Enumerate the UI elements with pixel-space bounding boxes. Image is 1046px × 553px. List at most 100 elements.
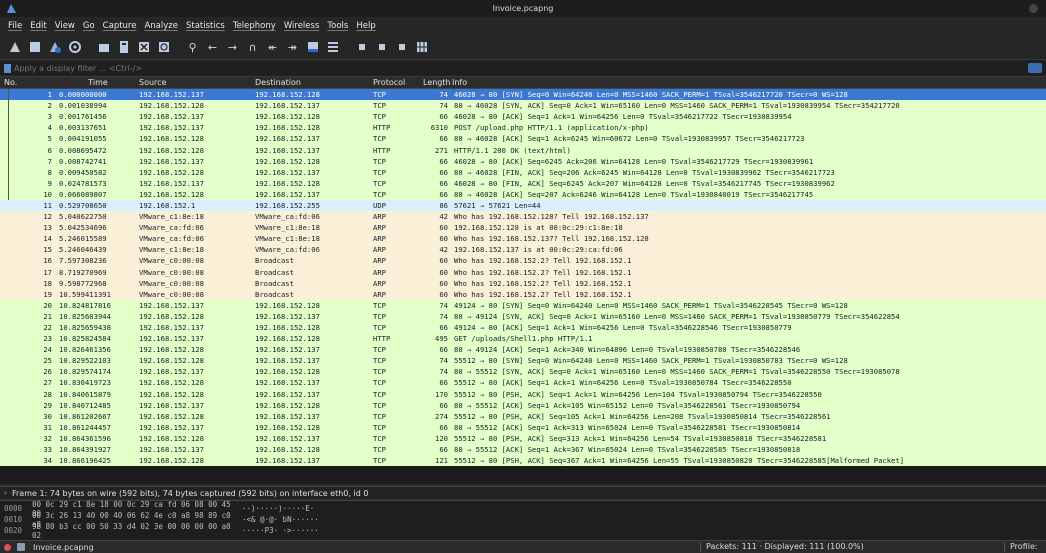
packet-cell-len: 74 bbox=[439, 101, 448, 111]
packet-row[interactable]: 19 10.599411391 VMware_c0:00:08 Broadcast AR… bbox=[0, 288, 1046, 300]
packet-cell-info: GET /uploads/Shell1.php HTTP/1.1 bbox=[454, 334, 593, 344]
packet-row[interactable]: 25 10.829522103 192.168.152.128 192.168.152… bbox=[0, 355, 1046, 367]
packet-row[interactable]: 7 0.008742741 192.168.152.137 192.168.152.1… bbox=[0, 155, 1046, 167]
resize-columns-icon[interactable] bbox=[413, 39, 430, 56]
expand-arrow-icon[interactable]: › bbox=[4, 489, 12, 497]
reload-icon[interactable] bbox=[155, 39, 172, 56]
menu-wireless[interactable]: Wireless bbox=[280, 21, 324, 31]
menu-view[interactable]: View bbox=[51, 21, 79, 31]
column-header-protocol[interactable]: Protocol bbox=[370, 78, 420, 87]
packet-row[interactable]: 18 9.598772968 VMware_c0:00:08 Broadcast ARP… bbox=[0, 277, 1046, 289]
packet-row[interactable]: 4 0.003137651 192.168.152.137 192.168.152.1… bbox=[0, 122, 1046, 134]
apply-filter-icon[interactable] bbox=[1028, 63, 1042, 73]
packet-row[interactable]: 28 10.840615879 192.168.152.128 192.168.152… bbox=[0, 388, 1046, 400]
go-to-packet-icon[interactable]: ∩ bbox=[244, 39, 261, 56]
packet-row[interactable]: 22 10.825659438 192.168.152.137 192.168.152… bbox=[0, 321, 1046, 334]
packet-row[interactable]: 27 10.830419723 192.168.152.128 192.168.152… bbox=[0, 377, 1046, 389]
packet-row[interactable]: 34 10.866196425 192.168.152.128 192.168.152… bbox=[0, 455, 1046, 467]
column-header-destination[interactable]: Destination bbox=[252, 78, 370, 87]
zoom-out-icon[interactable] bbox=[373, 39, 390, 56]
search-icon[interactable]: ⚲ bbox=[184, 39, 201, 56]
autoscroll-icon[interactable] bbox=[304, 39, 321, 56]
packet-cell-proto: TCP bbox=[373, 134, 386, 144]
column-header-time[interactable]: Time bbox=[56, 78, 136, 87]
column-header-info[interactable]: Info bbox=[450, 78, 1046, 87]
packet-row[interactable]: 12 5.040622750 VMware_c1:8e:18 VMware_ca:fd… bbox=[0, 211, 1046, 223]
hex-row[interactable]: 0020 98 80 b3 cc 00 50 33 d4 02 3e 00 00 … bbox=[0, 522, 1046, 540]
packet-row[interactable]: 30 10.861202667 192.168.152.128 192.168.152… bbox=[0, 410, 1046, 422]
packet-cell-info: HTTP/1.1 200 OK (text/html) bbox=[454, 145, 571, 155]
menu-telephony[interactable]: Telephony bbox=[229, 21, 280, 31]
packet-row[interactable]: 15 5.246046439 VMware_c1:8e:18 VMware_ca:fd… bbox=[0, 244, 1046, 256]
menu-capture[interactable]: Capture bbox=[99, 21, 141, 31]
menu-edit[interactable]: Edit bbox=[26, 21, 50, 31]
packet-cell-dst: 192.168.152.128 bbox=[255, 445, 320, 455]
packet-cell-info: 80 → 49124 [SYN, ACK] Seq=0 Ack=1 Win=65… bbox=[454, 311, 900, 321]
menu-help[interactable]: Help bbox=[352, 21, 379, 31]
packet-row[interactable]: 6 0.008695472 192.168.152.128 192.168.152.1… bbox=[0, 144, 1046, 156]
back-icon[interactable]: ← bbox=[204, 39, 221, 56]
open-file-icon[interactable] bbox=[95, 39, 112, 56]
packet-row[interactable]: 24 10.826461356 192.168.152.128 192.168.152… bbox=[0, 344, 1046, 356]
capture-comment-icon[interactable] bbox=[17, 543, 25, 551]
packet-row[interactable]: 21 10.825603944 192.168.152.128 192.168.152… bbox=[0, 310, 1046, 322]
packet-row[interactable]: 23 10.825824584 192.168.152.137 192.168.152… bbox=[0, 333, 1046, 345]
column-header-no[interactable]: No. bbox=[0, 78, 56, 87]
conversation-bracket bbox=[8, 122, 9, 134]
packet-cell-info: Who has 192.168.152.128? Tell 192.168.15… bbox=[454, 212, 649, 222]
forward-icon[interactable]: → bbox=[224, 39, 241, 56]
colorize-icon[interactable] bbox=[324, 39, 341, 56]
packet-row[interactable]: 13 5.042534696 VMware_ca:fd:06 VMware_c1:8e… bbox=[0, 222, 1046, 234]
packet-cell-len: 66 bbox=[439, 134, 448, 144]
display-filter-input[interactable] bbox=[14, 61, 1028, 75]
status-profile[interactable]: Profile: bbox=[1010, 542, 1038, 551]
menu-tools[interactable]: Tools bbox=[323, 21, 352, 31]
window-control-icon[interactable] bbox=[1029, 4, 1038, 13]
packet-row[interactable]: 5 0.004191055 192.168.152.128 192.168.152.1… bbox=[0, 133, 1046, 145]
menu-statistics[interactable]: Statistics bbox=[182, 21, 229, 31]
packet-row[interactable]: 17 8.719270969 VMware_c0:00:08 Broadcast ARP… bbox=[0, 266, 1046, 278]
shark-fin-start-icon[interactable] bbox=[6, 39, 23, 56]
packet-cell-proto: TCP bbox=[373, 101, 386, 111]
first-packet-icon[interactable]: ↞ bbox=[264, 39, 281, 56]
packet-cell-time: 10.824817816 bbox=[59, 300, 111, 310]
packet-row[interactable]: 31 10.861244457 192.168.152.137 192.168.152… bbox=[0, 421, 1046, 433]
last-packet-icon[interactable]: ↠ bbox=[284, 39, 301, 56]
packet-row[interactable]: 26 10.829574174 192.168.152.137 192.168.152… bbox=[0, 366, 1046, 378]
packet-cell-info: 57621 → 57621 Len=44 bbox=[454, 200, 541, 210]
packet-row[interactable]: 33 10.864391927 192.168.152.137 192.168.152… bbox=[0, 444, 1046, 456]
menu-analyze[interactable]: Analyze bbox=[140, 21, 182, 31]
packet-cell-info: Who has 192.168.152.2? Tell 192.168.152.… bbox=[454, 267, 632, 277]
packet-row[interactable]: 1 0.000000000 192.168.152.137 192.168.152.1… bbox=[0, 89, 1046, 101]
zoom-in-icon[interactable] bbox=[353, 39, 370, 56]
packet-cell-proto: TCP bbox=[373, 323, 386, 333]
packet-row[interactable]: 11 0.529708650 192.168.152.1 192.168.152.25… bbox=[0, 199, 1046, 212]
packet-row[interactable]: 14 5.246015589 VMware_ca:fd:06 VMware_c1:8e… bbox=[0, 233, 1046, 245]
options-icon[interactable] bbox=[66, 39, 83, 56]
conversation-bracket bbox=[8, 133, 9, 145]
packet-row[interactable]: 10 0.066089807 192.168.152.128 192.168.152.… bbox=[0, 188, 1046, 200]
menu-go[interactable]: Go bbox=[79, 21, 99, 31]
stop-icon[interactable] bbox=[26, 39, 43, 56]
packet-row[interactable]: 32 10.864361596 192.168.152.128 192.168.152… bbox=[0, 432, 1046, 444]
packet-row[interactable]: 20 10.824817816 192.168.152.137 192.168.152… bbox=[0, 299, 1046, 311]
packet-row[interactable]: 8 0.009450582 192.168.152.128 192.168.152.1… bbox=[0, 166, 1046, 178]
column-header-length[interactable]: Length bbox=[420, 78, 450, 87]
filter-bookmark-icon[interactable] bbox=[4, 63, 11, 73]
packet-row[interactable]: 9 0.024781573 192.168.152.137 192.168.152.1… bbox=[0, 177, 1046, 189]
menu-file[interactable]: File bbox=[4, 21, 26, 31]
save-file-icon[interactable] bbox=[115, 39, 132, 56]
column-header-source[interactable]: Source bbox=[136, 78, 252, 87]
conversation-bracket bbox=[8, 166, 9, 178]
restart-icon[interactable] bbox=[46, 39, 63, 56]
packet-cell-len: 495 bbox=[435, 334, 448, 344]
close-file-icon[interactable] bbox=[135, 39, 152, 56]
packet-row[interactable]: 2 0.001038994 192.168.152.128 192.168.152.1… bbox=[0, 100, 1046, 112]
expert-info-icon[interactable] bbox=[4, 543, 11, 551]
zoom-reset-icon[interactable] bbox=[393, 39, 410, 56]
frame-detail-line[interactable]: Frame 1: 74 bytes on wire (592 bits), 74… bbox=[12, 489, 368, 498]
packet-row[interactable]: 3 0.001761456 192.168.152.137 192.168.152.1… bbox=[0, 111, 1046, 123]
packet-row[interactable]: 29 10.840712485 192.168.152.137 192.168.152… bbox=[0, 399, 1046, 411]
packet-cell-info: 192.168.152.137 is at 00:0c:29:ca:fd:06 bbox=[454, 245, 623, 255]
packet-row[interactable]: 16 7.597308236 VMware_c0:00:08 Broadcast ARP… bbox=[0, 255, 1046, 267]
